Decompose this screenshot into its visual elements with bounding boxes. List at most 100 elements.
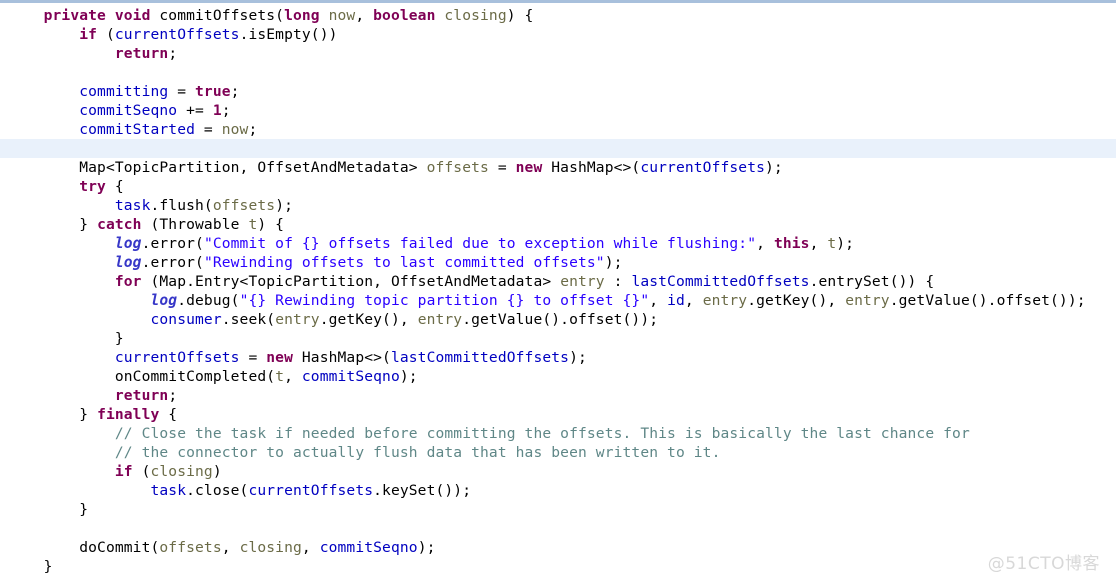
code-token: consumer xyxy=(150,311,222,328)
code-line[interactable]: task.flush(offsets); xyxy=(0,196,1116,215)
code-token: .error( xyxy=(141,254,204,271)
code-token: true xyxy=(195,83,231,100)
code-line[interactable]: commitSeqno += 1; xyxy=(0,101,1116,120)
code-line[interactable]: try { xyxy=(0,177,1116,196)
code-token: this xyxy=(773,235,810,252)
code-token: } xyxy=(8,558,53,575)
code-line[interactable]: Map<TopicPartition, OffsetAndMetadata> o… xyxy=(0,158,1116,177)
code-line[interactable]: commitStarted = now; xyxy=(0,120,1116,139)
code-token: offsets xyxy=(426,159,489,176)
code-line[interactable]: doCommit(offsets, closing, commitSeqno); xyxy=(0,538,1116,557)
code-token: log xyxy=(114,254,142,271)
code-token: ) xyxy=(212,463,222,480)
code-line[interactable]: if (currentOffsets.isEmpty()) xyxy=(0,25,1116,44)
code-line[interactable]: } finally { xyxy=(0,405,1116,424)
code-token: .seek( xyxy=(221,311,276,328)
code-line[interactable]: return; xyxy=(0,386,1116,405)
code-token: entry xyxy=(560,273,605,290)
code-token: = xyxy=(168,83,196,100)
code-token: = xyxy=(239,349,267,366)
code-token: new xyxy=(515,159,543,176)
watermark-text: @51CTO博客 xyxy=(987,554,1100,574)
code-token: .getKey(), xyxy=(319,311,418,328)
code-token: = xyxy=(488,159,516,176)
code-token: ) { xyxy=(257,216,285,233)
code-token: ; xyxy=(248,121,258,138)
code-line[interactable]: for (Map.Entry<TopicPartition, OffsetAnd… xyxy=(0,272,1116,291)
code-line[interactable]: if (closing) xyxy=(0,462,1116,481)
code-token: currentOffsets xyxy=(248,482,374,499)
code-line[interactable]: // Close the task if needed before commi… xyxy=(0,424,1116,443)
code-line[interactable]: consumer.seek(entry.getKey(), entry.getV… xyxy=(0,310,1116,329)
code-token: lastCommittedOffsets xyxy=(631,273,810,290)
code-token: onCommitCompleted( xyxy=(8,368,276,385)
code-line[interactable]: } catch (Throwable t) { xyxy=(0,215,1116,234)
code-token: now xyxy=(221,121,249,138)
code-line[interactable] xyxy=(0,63,1116,82)
code-token: ( xyxy=(132,463,151,480)
code-editor[interactable]: private void commitOffsets(long now, boo… xyxy=(0,0,1116,584)
code-token: } xyxy=(8,501,89,518)
code-line[interactable] xyxy=(0,139,1116,158)
code-token: new xyxy=(266,349,293,366)
code-token: catch xyxy=(97,216,142,233)
code-token: , xyxy=(355,7,374,24)
code-line[interactable] xyxy=(0,519,1116,538)
code-line[interactable]: private void commitOffsets(long now, boo… xyxy=(0,6,1116,25)
code-token: , xyxy=(284,368,302,385)
code-token: ); xyxy=(417,539,436,556)
code-token: } xyxy=(8,330,124,347)
code-token: lastCommittedOffsets xyxy=(390,349,570,366)
code-token: (Throwable xyxy=(141,216,249,233)
code-line[interactable]: // the connector to actually flush data … xyxy=(0,443,1116,462)
code-token: (Map.Entry<TopicPartition, OffsetAndMeta… xyxy=(141,273,561,290)
code-token: ; xyxy=(230,83,240,100)
code-token: .close( xyxy=(186,482,249,499)
code-line[interactable]: } xyxy=(0,500,1116,519)
code-token: return xyxy=(114,45,169,62)
code-line[interactable]: } xyxy=(0,329,1116,348)
code-token: .entrySet()) { xyxy=(809,273,935,290)
code-token: ); xyxy=(569,349,587,366)
code-token: doCommit( xyxy=(8,539,160,556)
code-token: log xyxy=(114,235,142,252)
code-token: ; xyxy=(221,102,231,119)
code-line[interactable]: log.error("Rewinding offsets to last com… xyxy=(0,253,1116,272)
code-token: 1 xyxy=(212,102,222,119)
code-token: ) { xyxy=(506,7,534,24)
code-token: .flush( xyxy=(150,197,213,214)
code-token: ); xyxy=(604,254,623,271)
code-line[interactable]: task.close(currentOffsets.keySet()); xyxy=(0,481,1116,500)
code-token: ); xyxy=(275,197,293,214)
code-token: // Close the task if needed before commi… xyxy=(114,425,970,442)
code-line[interactable]: committing = true; xyxy=(0,82,1116,101)
code-line[interactable]: currentOffsets = new HashMap<>(lastCommi… xyxy=(0,348,1116,367)
code-token: currentOffsets xyxy=(114,349,240,366)
code-line[interactable]: log.error("Commit of {} offsets failed d… xyxy=(0,234,1116,253)
code-token: finally xyxy=(97,406,160,423)
code-token: commitSeqno xyxy=(301,368,400,385)
code-token: // the connector to actually flush data … xyxy=(114,444,721,461)
code-token: log xyxy=(150,292,178,309)
code-line[interactable]: return; xyxy=(0,44,1116,63)
code-token: .debug( xyxy=(177,292,240,309)
code-token: if xyxy=(79,26,98,43)
code-line[interactable]: } xyxy=(0,557,1116,576)
code-token: void xyxy=(114,7,151,24)
code-token: .getValue().offset()); xyxy=(462,311,659,328)
code-line[interactable]: log.debug("{} Rewinding topic partition … xyxy=(0,291,1116,310)
code-token: task xyxy=(114,197,151,214)
code-token: long xyxy=(284,7,320,24)
code-token: commitOffsets( xyxy=(150,7,285,24)
code-content[interactable]: private void commitOffsets(long now, boo… xyxy=(0,6,1116,584)
code-token: { xyxy=(105,178,124,195)
code-token: , xyxy=(301,539,320,556)
code-token: t xyxy=(827,235,837,252)
code-line[interactable]: onCommitCompleted(t, commitSeqno); xyxy=(0,367,1116,386)
